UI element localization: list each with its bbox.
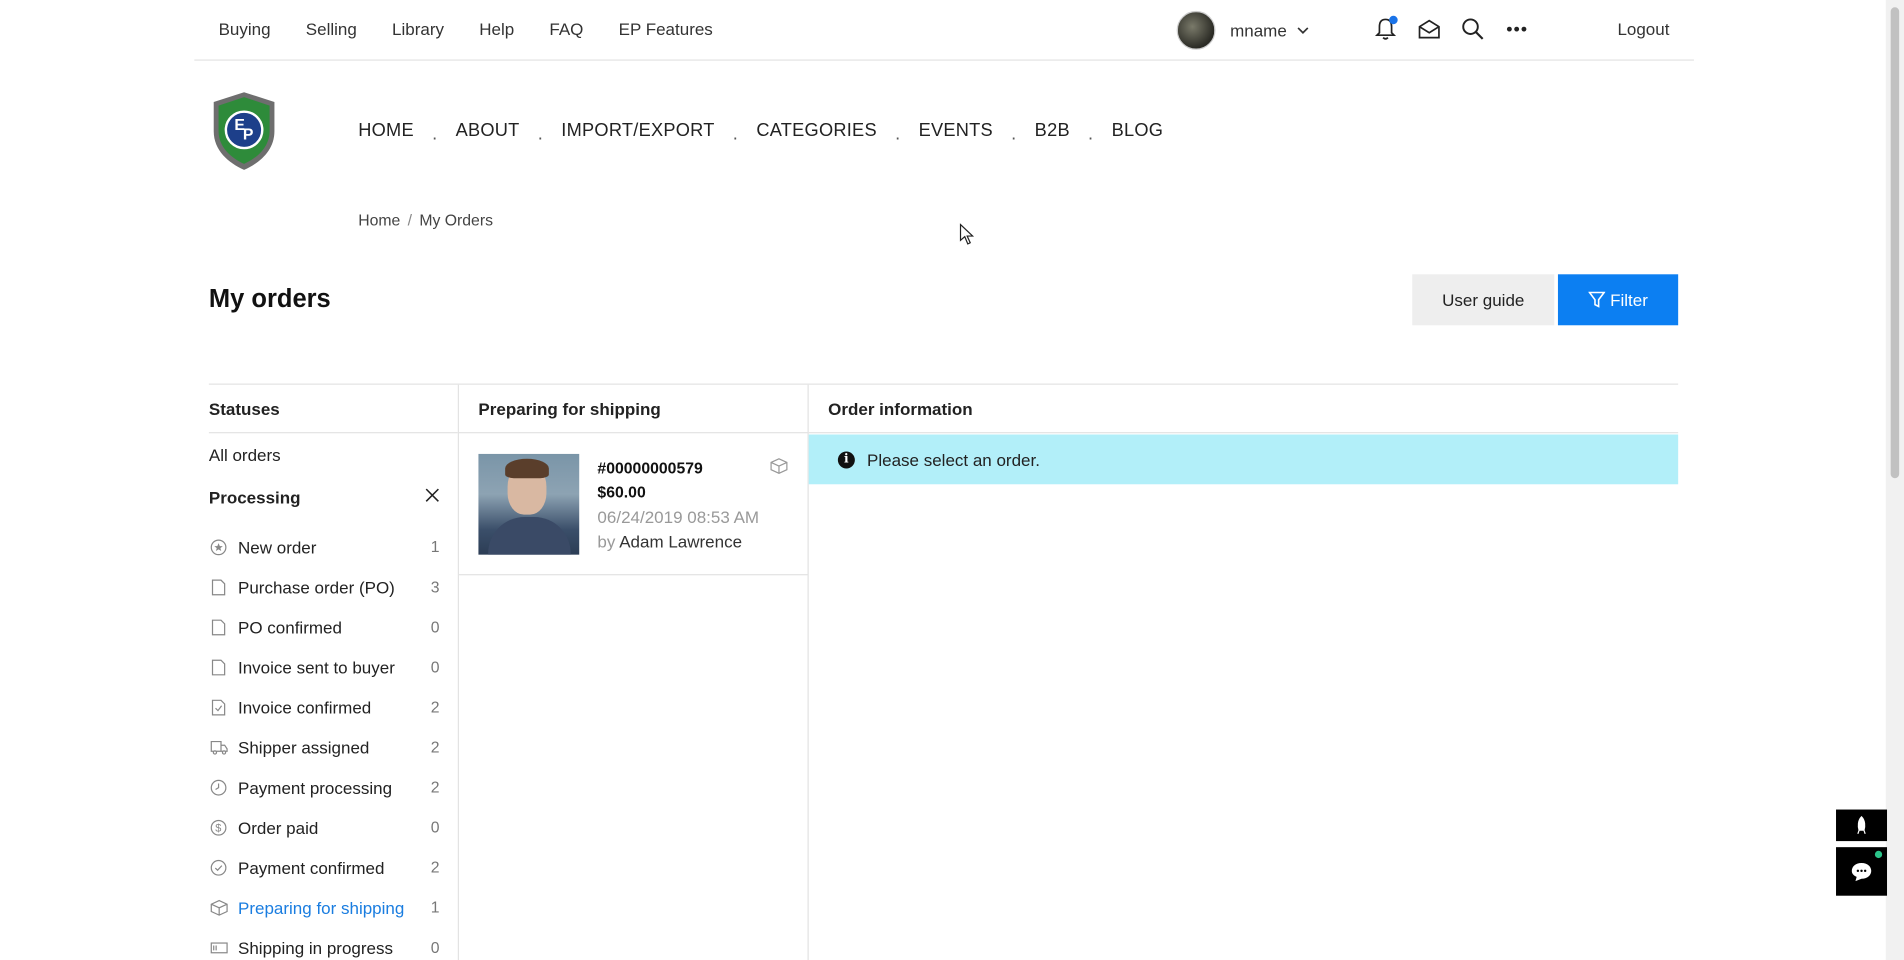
top-link-help[interactable]: Help: [479, 19, 514, 38]
buyer-name[interactable]: Adam Lawrence: [619, 532, 742, 551]
top-link-selling[interactable]: Selling: [306, 19, 357, 38]
ep-logo[interactable]: E P: [209, 90, 279, 173]
page-title: My orders: [208, 285, 331, 314]
top-link-faq[interactable]: FAQ: [549, 19, 583, 38]
top-link-buying[interactable]: Buying: [219, 19, 271, 38]
nav-blog[interactable]: BLOG: [1112, 120, 1164, 141]
user-menu[interactable]: mname: [1176, 10, 1309, 50]
order-number: #00000000579: [597, 458, 703, 477]
status-new-order[interactable]: New order 1: [209, 527, 440, 567]
select-order-alert: i Please select an order.: [808, 434, 1679, 485]
status-shipping-in-progress[interactable]: Shipping in progress 0: [209, 927, 440, 960]
chat-icon[interactable]: [1836, 847, 1888, 896]
username: mname: [1230, 20, 1287, 41]
check-circle-icon: [209, 857, 228, 876]
nav-home[interactable]: HOME: [358, 120, 414, 141]
top-links: Buying Selling Library Help FAQ EP Featu…: [219, 19, 713, 38]
chevron-down-icon: [1296, 24, 1309, 37]
truck-icon: [209, 737, 228, 756]
star-circle-icon: [209, 537, 228, 556]
close-icon[interactable]: [425, 487, 440, 509]
order-date: 06/24/2019 08:53 AM: [597, 507, 760, 527]
breadcrumb-home[interactable]: Home: [358, 211, 400, 229]
order-card[interactable]: #00000000579 $60.00 06/24/2019 08:53 AM …: [459, 435, 808, 576]
notification-dot: [1389, 15, 1398, 25]
all-orders-link[interactable]: All orders: [209, 445, 281, 464]
order-info-header: Order information: [808, 385, 1679, 434]
orders-panels: Statuses All orders Processing New order…: [208, 383, 1679, 960]
orders-column: Preparing for shipping #00000000579 $60.…: [459, 384, 809, 960]
scrollbar-thumb[interactable]: [1890, 7, 1900, 479]
nav-import-export[interactable]: IMPORT/EXPORT: [561, 120, 714, 141]
nav-about[interactable]: ABOUT: [456, 120, 520, 141]
document-icon: [209, 617, 228, 636]
svg-text:$: $: [215, 822, 221, 834]
box-icon: [770, 458, 788, 481]
user-guide-button[interactable]: User guide: [1412, 274, 1555, 326]
svg-text:P: P: [243, 127, 254, 144]
main-nav: HOME . ABOUT . IMPORT/EXPORT . CATEGORIE…: [358, 120, 1164, 145]
online-dot: [1874, 850, 1883, 859]
status-po-confirmed[interactable]: PO confirmed 0: [209, 607, 440, 647]
top-bar: Buying Selling Library Help FAQ EP Featu…: [194, 0, 1694, 61]
orders-header: Preparing for shipping: [459, 385, 808, 434]
mouse-cursor-icon: [959, 223, 975, 251]
breadcrumb: Home / My Orders: [358, 211, 493, 230]
status-purchase-order[interactable]: Purchase order (PO) 3: [209, 567, 440, 607]
alert-text: Please select an order.: [867, 449, 1040, 470]
statuses-header: Statuses: [208, 385, 458, 434]
nav-categories[interactable]: CATEGORIES: [756, 120, 877, 141]
order-price: $60.00: [597, 483, 646, 502]
document-icon: [209, 577, 228, 596]
status-payment-confirmed[interactable]: Payment confirmed 2: [209, 847, 440, 887]
page-scrollbar[interactable]: [1885, 0, 1904, 960]
filter-label: Filter: [1610, 290, 1648, 310]
avatar: [1176, 10, 1216, 50]
processing-label: Processing: [208, 487, 301, 508]
dollar-circle-icon: $: [209, 817, 228, 836]
filter-icon: [1588, 291, 1606, 308]
order-info-column: Order information i Please select an ord…: [808, 385, 1679, 960]
buyer-photo: [478, 453, 580, 555]
clock-icon: [209, 777, 228, 796]
shipping-icon: [209, 938, 228, 957]
top-link-ep-features[interactable]: EP Features: [619, 19, 713, 38]
nav-events[interactable]: EVENTS: [919, 120, 993, 141]
processing-group: Processing: [209, 488, 440, 507]
document-check-icon: [209, 697, 228, 716]
statuses-column: Statuses All orders Processing New order…: [208, 384, 460, 960]
more-icon[interactable]: [1503, 16, 1530, 43]
bell-icon[interactable]: [1372, 15, 1399, 43]
status-order-paid[interactable]: $ Order paid 0: [209, 807, 440, 847]
filter-button[interactable]: Filter: [1557, 274, 1679, 326]
document-icon: [209, 657, 228, 676]
order-buyer: by Adam Lawrence: [597, 531, 743, 552]
top-link-library[interactable]: Library: [392, 19, 444, 38]
box-icon: [209, 898, 228, 917]
mail-icon[interactable]: [1416, 16, 1443, 43]
status-invoice-sent[interactable]: Invoice sent to buyer 0: [209, 647, 440, 687]
info-icon: i: [837, 450, 855, 468]
breadcrumb-current: My Orders: [419, 211, 493, 230]
rocket-icon[interactable]: [1836, 809, 1888, 842]
status-list: New order 1 Purchase order (PO) 3 PO con…: [209, 527, 440, 960]
nav-b2b[interactable]: B2B: [1035, 120, 1070, 141]
search-icon[interactable]: [1460, 16, 1487, 43]
logout-link[interactable]: Logout: [1617, 19, 1669, 38]
status-preparing-for-shipping[interactable]: Preparing for shipping 1: [209, 887, 440, 927]
status-payment-processing[interactable]: Payment processing 2: [209, 767, 440, 807]
status-shipper-assigned[interactable]: Shipper assigned 2: [209, 727, 440, 767]
top-icons: [1372, 15, 1530, 43]
status-invoice-confirmed[interactable]: Invoice confirmed 2: [209, 687, 440, 727]
